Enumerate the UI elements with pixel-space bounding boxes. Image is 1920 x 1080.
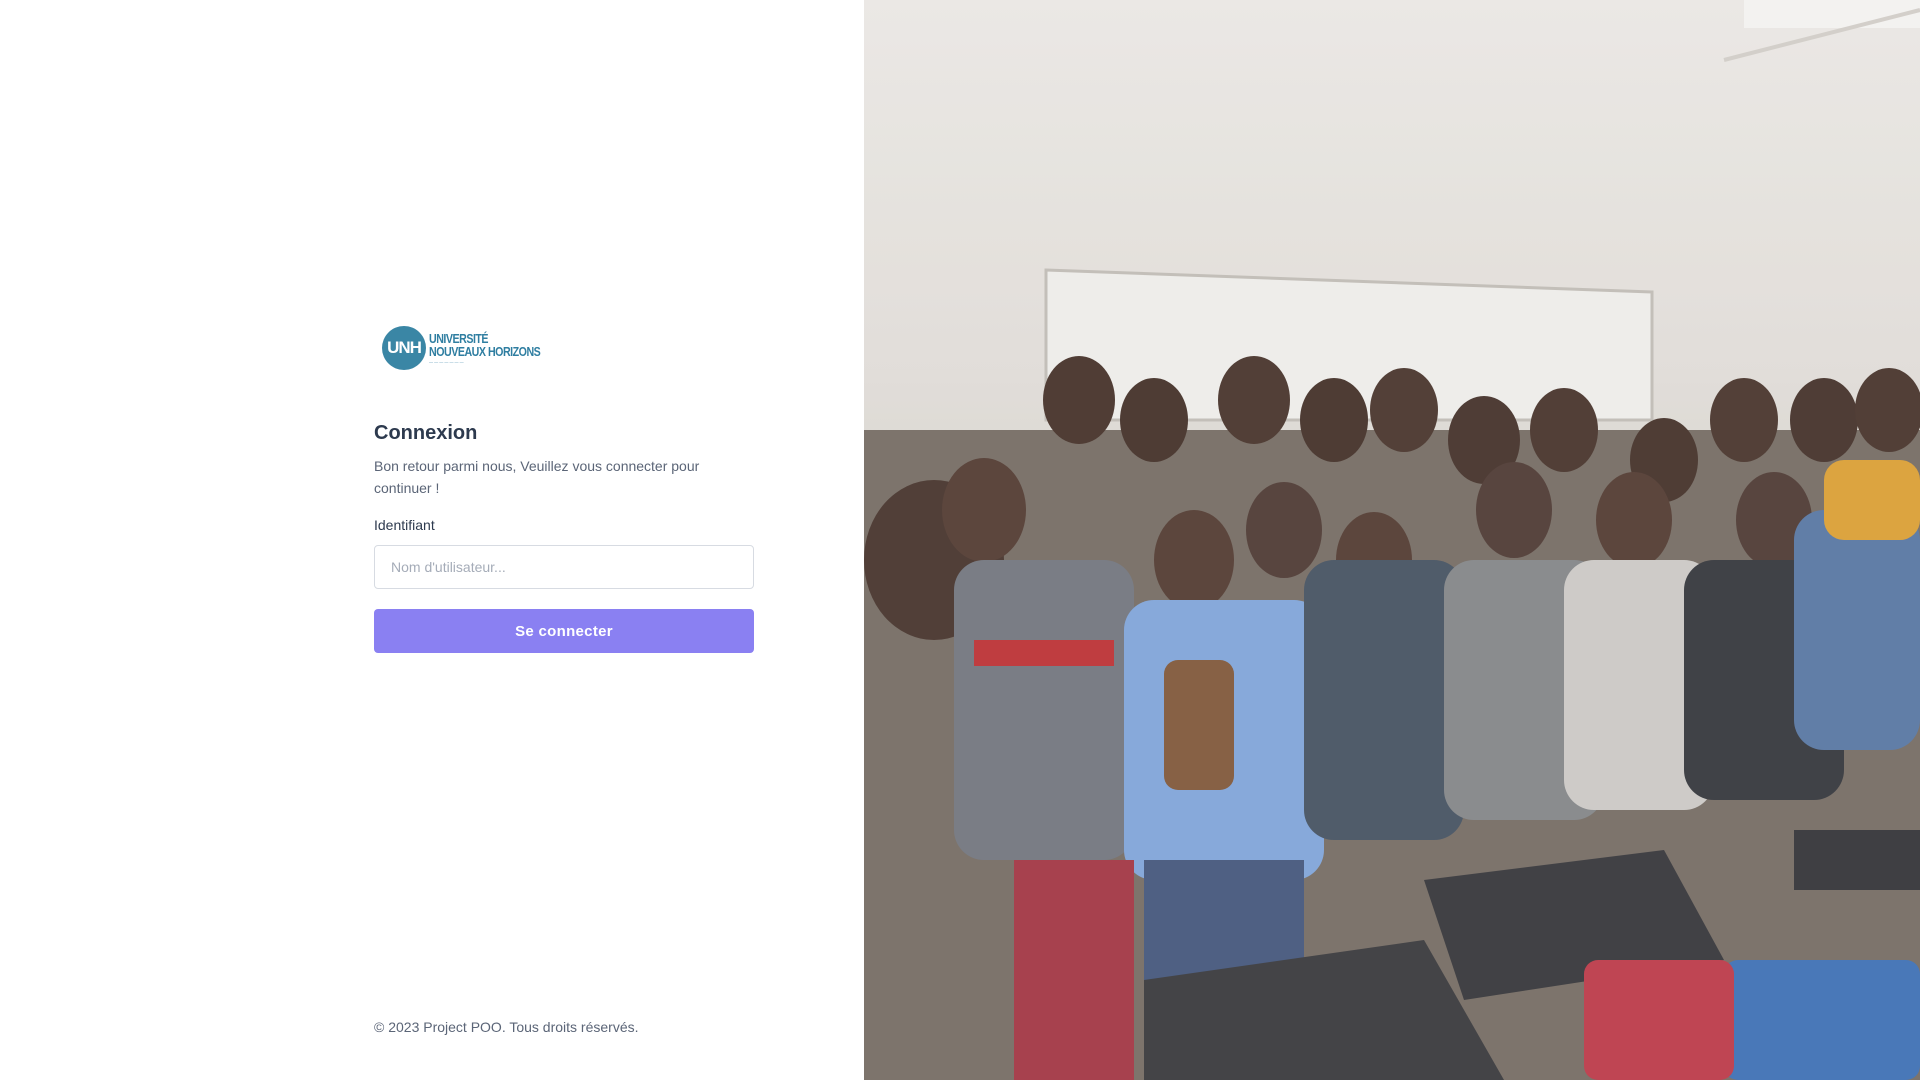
login-form: UNH UNIVERSITÉ NOUVEAUX HORIZONS — — — —…: [374, 320, 754, 653]
university-logo: UNH UNIVERSITÉ NOUVEAUX HORIZONS — — — —…: [382, 320, 754, 376]
logo-line-2: NOUVEAUX HORIZONS: [429, 344, 541, 359]
logo-wordmark: UNIVERSITÉ NOUVEAUX HORIZONS — — — — — —…: [429, 332, 565, 364]
group-photo: [864, 0, 1920, 1080]
username-label: Identifiant: [374, 517, 435, 533]
page-title: Connexion: [374, 422, 478, 444]
footer-copyright: © 2023 Project POO. Tous droits réservés…: [374, 1019, 639, 1035]
logo-tagline: — — — — — — —: [429, 359, 464, 364]
group-photo-illustration: [864, 0, 1920, 1080]
logo-mark: UNH: [382, 326, 426, 370]
username-input[interactable]: [374, 545, 754, 589]
login-page: UNH UNIVERSITÉ NOUVEAUX HORIZONS — — — —…: [0, 0, 1920, 1080]
page-subtitle: Bon retour parmi nous, Veuillez vous con…: [374, 458, 700, 496]
login-panel: UNH UNIVERSITÉ NOUVEAUX HORIZONS — — — —…: [0, 0, 864, 1080]
login-button[interactable]: Se connecter: [374, 609, 754, 653]
